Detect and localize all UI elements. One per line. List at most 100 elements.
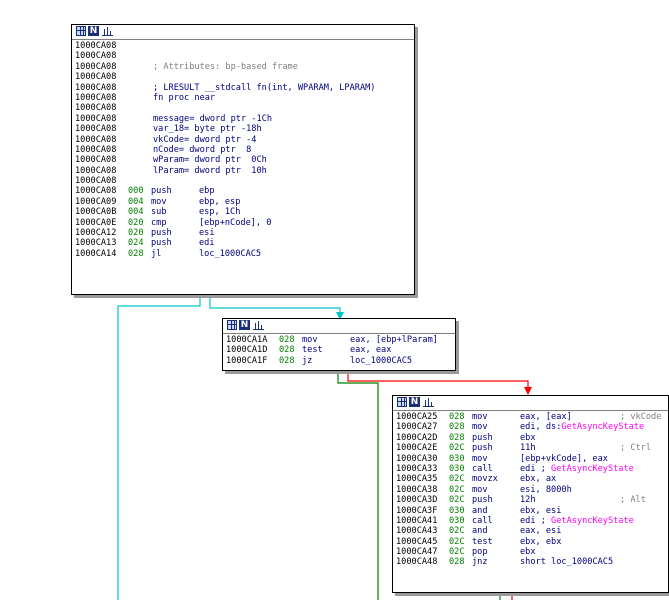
node-header[interactable]: N bbox=[72, 25, 414, 40]
stack-pointer: 028 bbox=[128, 248, 144, 259]
asm-line[interactable]: 1000CA08 var_18= byte ptr -18h bbox=[75, 124, 414, 134]
edge-node1-loc-1000CAC5[interactable] bbox=[117, 296, 201, 600]
grid-icon[interactable] bbox=[397, 397, 407, 407]
graph-node-fn-entry[interactable]: N 1000CA08 1000CA08 1000CA08; Attributes: … bbox=[71, 24, 415, 295]
asm-line[interactable]: 1000CA08 bbox=[75, 103, 414, 113]
asm-line[interactable]: 1000CA0E 020 cmp [ebp+nCode], 0 bbox=[75, 218, 414, 228]
bar-chart-icon[interactable] bbox=[423, 397, 434, 407]
operand: [ebp+nCode], 0 bbox=[199, 217, 272, 228]
operand: ebx bbox=[520, 547, 536, 558]
import-function-name[interactable]: GetAsyncKeyState bbox=[561, 422, 644, 432]
asm-line[interactable]: 1000CA1D 028 test eax, eax bbox=[226, 345, 455, 355]
stack-pointer: 02C bbox=[449, 495, 465, 506]
comment: ; Ctrl bbox=[620, 443, 652, 454]
asm-line[interactable]: 1000CA09 004 mov ebp, esp bbox=[75, 197, 414, 207]
import-function-name[interactable]: GetAsyncKeyState bbox=[551, 516, 634, 526]
stack-pointer: 028 bbox=[449, 412, 465, 422]
asm-line[interactable]: 1000CA08 bbox=[75, 41, 414, 51]
operand: eax, [eax] bbox=[520, 412, 572, 422]
asm-line[interactable]: 1000CA41 030 call edi ; GetAsyncKeyState bbox=[396, 516, 668, 526]
asm-line[interactable]: 1000CA13 024 push edi bbox=[75, 238, 414, 248]
asm-line[interactable]: 1000CA33 030 call edi ; GetAsyncKeyState bbox=[396, 464, 668, 474]
asm-line[interactable]: 1000CA48 028 jnz short loc_1000CAC5 bbox=[396, 557, 668, 567]
asm-line[interactable]: 1000CA08 000 push ebp bbox=[75, 186, 414, 196]
operand: lParam= dword ptr 10h bbox=[153, 165, 267, 176]
asm-line[interactable]: 1000CA43 02C and eax, esi bbox=[396, 526, 668, 536]
node-header[interactable]: N bbox=[393, 396, 668, 411]
operand: ebx, ebx bbox=[520, 536, 562, 547]
asm-line[interactable]: 1000CA25 028 mov eax, [eax] ; vkCode bbox=[396, 412, 668, 422]
mnemonic: push bbox=[151, 238, 172, 249]
address: 1000CA1A bbox=[226, 335, 268, 345]
n-icon[interactable]: N bbox=[409, 397, 420, 407]
asm-line[interactable]: 1000CA08 nCode= dword ptr 8 bbox=[75, 145, 414, 155]
asm-line[interactable]: 1000CA47 02C pop ebx bbox=[396, 547, 668, 557]
stack-pointer: 02C bbox=[449, 484, 465, 495]
comment: ; Alt bbox=[620, 495, 646, 506]
stack-pointer: 028 bbox=[449, 557, 465, 568]
asm-line[interactable]: 1000CA12 020 push esi bbox=[75, 228, 414, 238]
address: 1000CA45 bbox=[396, 536, 438, 547]
grid-icon[interactable] bbox=[227, 320, 237, 330]
asm-line[interactable]: 1000CA2D 028 push ebx bbox=[396, 433, 668, 443]
address: 1000CA30 bbox=[396, 453, 438, 464]
address: 1000CA47 bbox=[396, 547, 438, 558]
operand: eax, [ebp+lParam] bbox=[350, 335, 438, 345]
asm-line[interactable]: 1000CA08 bbox=[75, 72, 414, 82]
asm-line[interactable]: 1000CA08 lParam= dword ptr 10h bbox=[75, 166, 414, 176]
node-header[interactable]: N bbox=[223, 319, 455, 334]
asm-line[interactable]: 1000CA27 028 mov edi, ds:GetAsyncKeyState bbox=[396, 422, 668, 432]
n-icon[interactable]: N bbox=[88, 26, 99, 36]
mnemonic: and bbox=[472, 526, 488, 537]
asm-line[interactable]: 1000CA0B 004 sub esp, 1Ch bbox=[75, 207, 414, 217]
operand: loc_1000CAC5 bbox=[199, 248, 262, 259]
bar-chart-icon[interactable] bbox=[102, 26, 113, 36]
bar-chart-icon[interactable] bbox=[253, 320, 264, 330]
asm-line[interactable]: 1000CA1A 028 mov eax, [ebp+lParam] bbox=[226, 335, 455, 345]
asm-line[interactable]: 1000CA08 bbox=[75, 51, 414, 61]
asm-line[interactable]: 1000CA45 02C test ebx, ebx bbox=[396, 537, 668, 547]
mnemonic: mov bbox=[472, 484, 488, 495]
operand: message= dword ptr -1Ch bbox=[153, 113, 272, 124]
edge-node1-node2[interactable] bbox=[209, 296, 341, 318]
asm-line[interactable]: 1000CA2E 02C push 11h ; Ctrl bbox=[396, 443, 668, 453]
mnemonic: jnz bbox=[472, 557, 488, 568]
asm-line[interactable]: 1000CA38 02C mov esi, 8000h bbox=[396, 485, 668, 495]
comment: ; Attributes: bp-based frame bbox=[153, 61, 298, 72]
asm-line[interactable]: 1000CA08 ; LRESULT __stdcall fn(int, WPAR… bbox=[75, 83, 414, 93]
asm-line[interactable]: 1000CA08 bbox=[75, 176, 414, 186]
operand: 11h bbox=[520, 443, 536, 454]
operand: esi bbox=[199, 228, 215, 239]
address: 1000CA14 bbox=[75, 248, 117, 259]
import-function-name[interactable]: GetAsyncKeyState bbox=[551, 464, 634, 474]
asm-line[interactable]: 1000CA3F 030 and ebx, esi bbox=[396, 506, 668, 516]
address: 1000CA3F bbox=[396, 505, 438, 516]
asm-line[interactable]: 1000CA35 02C movzx ebx, ax bbox=[396, 474, 668, 484]
address: 1000CA08 bbox=[75, 103, 117, 114]
stack-pointer: 028 bbox=[279, 335, 295, 345]
asm-line[interactable]: 1000CA1F 028 jz loc_1000CAC5 bbox=[226, 356, 455, 366]
asm-line[interactable]: 1000CA08 wParam= dword ptr 0Ch bbox=[75, 155, 414, 165]
n-icon[interactable]: N bbox=[239, 320, 250, 330]
asm-line[interactable]: 1000CA08 ; Attributes: bp-based frame bbox=[75, 62, 414, 72]
asm-line[interactable]: 1000CA08 vkCode= dword ptr -4 bbox=[75, 135, 414, 145]
operand: short loc_1000CAC5 bbox=[520, 557, 614, 568]
asm-line[interactable]: 1000CA3D 02C push 12h ; Alt bbox=[396, 495, 668, 505]
operand: ebx, ax bbox=[520, 474, 557, 485]
operand: vkCode= dword ptr -4 bbox=[153, 134, 257, 145]
asm-line[interactable]: 1000CA08 message= dword ptr -1Ch bbox=[75, 114, 414, 124]
asm-line[interactable]: 1000CA08 fn proc near bbox=[75, 93, 414, 103]
mnemonic: jz bbox=[302, 355, 313, 366]
mnemonic: sub bbox=[151, 207, 167, 218]
address: 1000CA1F bbox=[226, 355, 268, 366]
address: 1000CA08 bbox=[75, 124, 117, 135]
asm-line[interactable]: 1000CA30 030 mov [ebp+vkCode], eax bbox=[396, 454, 668, 464]
graph-node-1000CA1A[interactable]: N 1000CA1A 028 mov eax, [ebp+lParam] 1000CA1… bbox=[222, 318, 456, 371]
mnemonic: push bbox=[151, 186, 172, 197]
operand: ebx, esi bbox=[520, 505, 562, 516]
edge-node2-loc-1000CAC5[interactable] bbox=[337, 372, 379, 600]
grid-icon[interactable] bbox=[76, 26, 86, 36]
asm-line[interactable]: 1000CA14 028 jl loc_1000CAC5 bbox=[75, 249, 414, 259]
graph-node-1000CA25[interactable]: N 1000CA25 028 mov eax, [eax]; vkCode 1000CA… bbox=[392, 395, 669, 593]
mnemonic: cmp bbox=[151, 217, 167, 228]
